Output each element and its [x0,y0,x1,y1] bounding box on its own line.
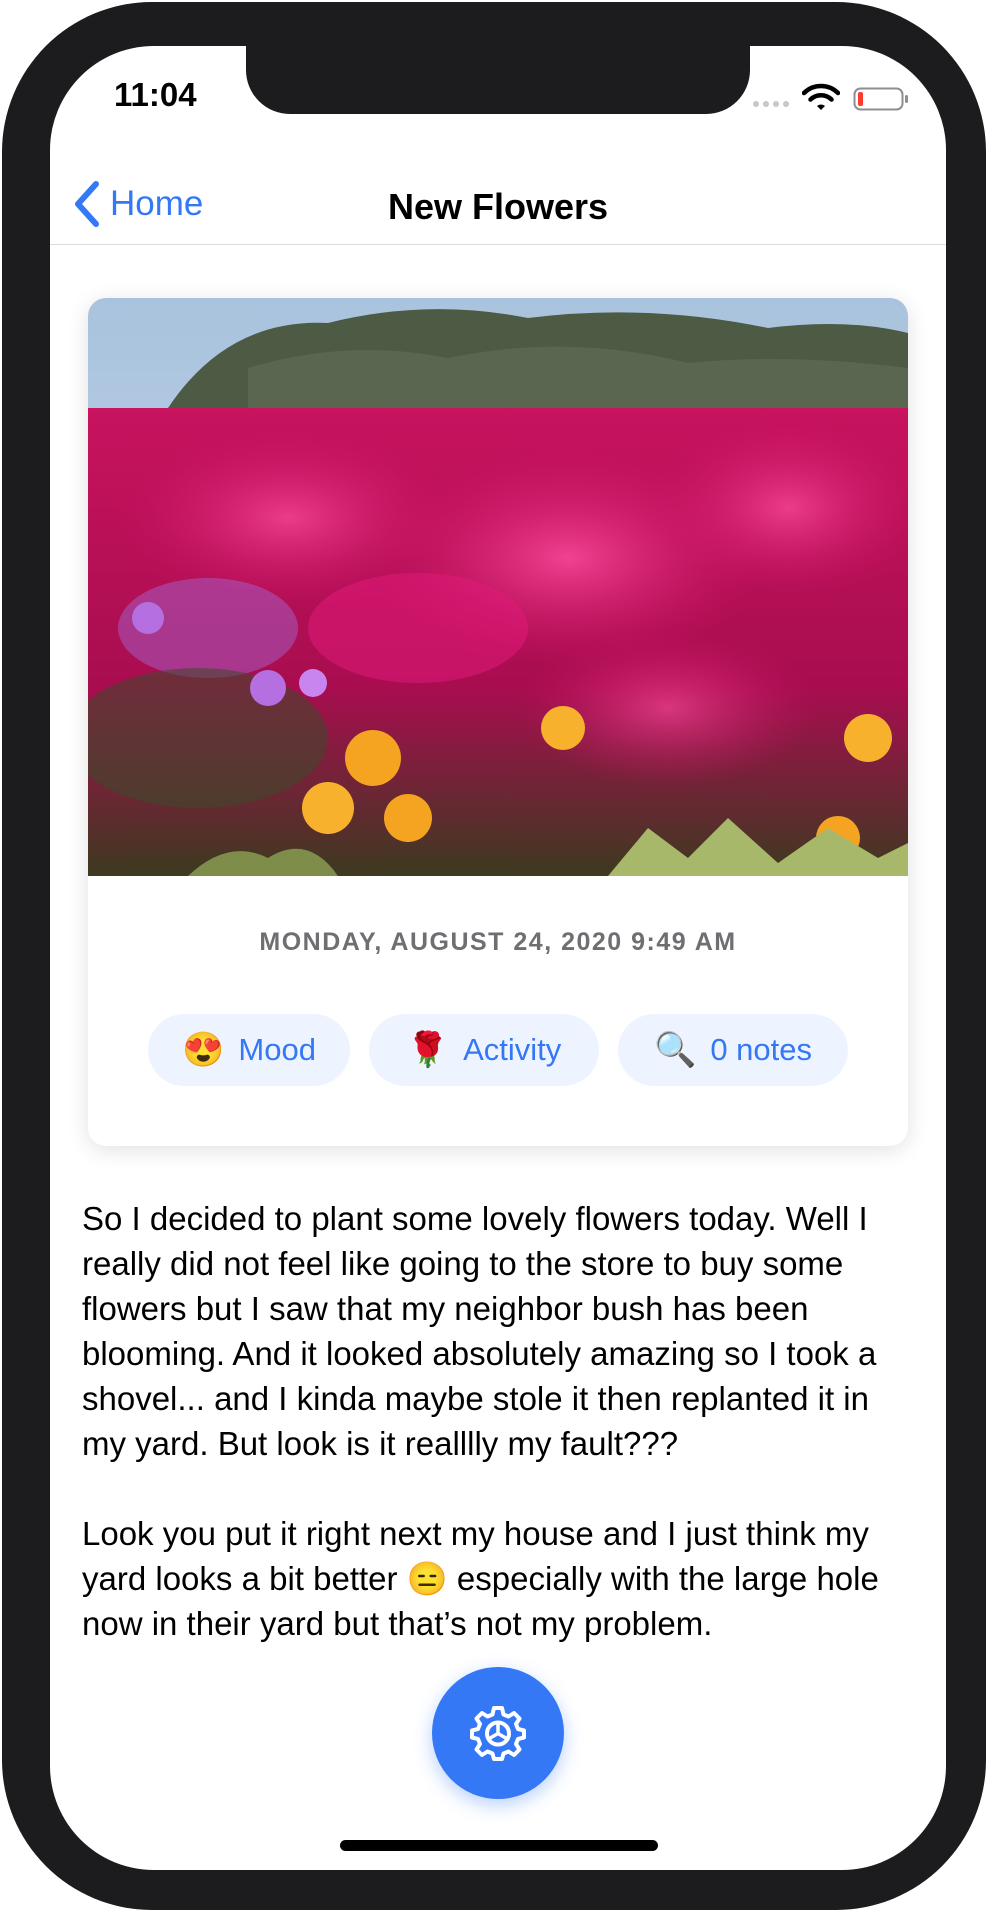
home-indicator[interactable] [340,1840,658,1851]
mood-chip[interactable]: 😍 Mood [148,1014,350,1086]
settings-fab-button[interactable] [432,1667,564,1799]
activity-chip[interactable]: 🌹 Activity [369,1014,599,1086]
mood-chip-label: Mood [238,1032,316,1067]
phone-frame: 11:04 Home New Flowers MONDAY, AUGUST 24… [0,0,988,1912]
notes-chip[interactable]: 🔍 0 notes [618,1014,848,1086]
wifi-icon [802,83,840,110]
page-title: New Flowers [387,186,609,227]
magnifier-emoji-icon: 🔍 [653,1031,697,1069]
gear-icon [470,1706,526,1761]
rose-emoji-icon: 🌹 [406,1031,450,1069]
entry-date: MONDAY, AUGUST 24, 2020 9:49 AM [259,928,737,956]
entry-card: MONDAY, AUGUST 24, 2020 9:49 AM 😍 Mood 🌹… [88,298,908,1146]
flower-bed-photo[interactable] [88,298,908,876]
entry-paragraph: Look you put it right next my house and … [82,1515,879,1642]
device-notch [246,46,750,114]
entry-paragraph: So I decided to plant some lovely flower… [82,1200,877,1462]
notes-chip-label: 0 notes [710,1032,813,1067]
entry-body: So I decided to plant some lovely flower… [82,1196,912,1691]
navigation-bar: Home New Flowers [50,166,946,245]
device-bezel: 11:04 Home New Flowers MONDAY, AUGUST 24… [2,2,986,1910]
app-screen: 11:04 Home New Flowers MONDAY, AUGUST 24… [50,46,946,1870]
signal-dots-icon [753,101,789,107]
battery-low-icon [853,87,908,111]
status-time: 11:04 [114,76,197,113]
heart-eyes-emoji-icon: 😍 [182,1031,225,1069]
activity-chip-label: Activity [463,1032,562,1067]
